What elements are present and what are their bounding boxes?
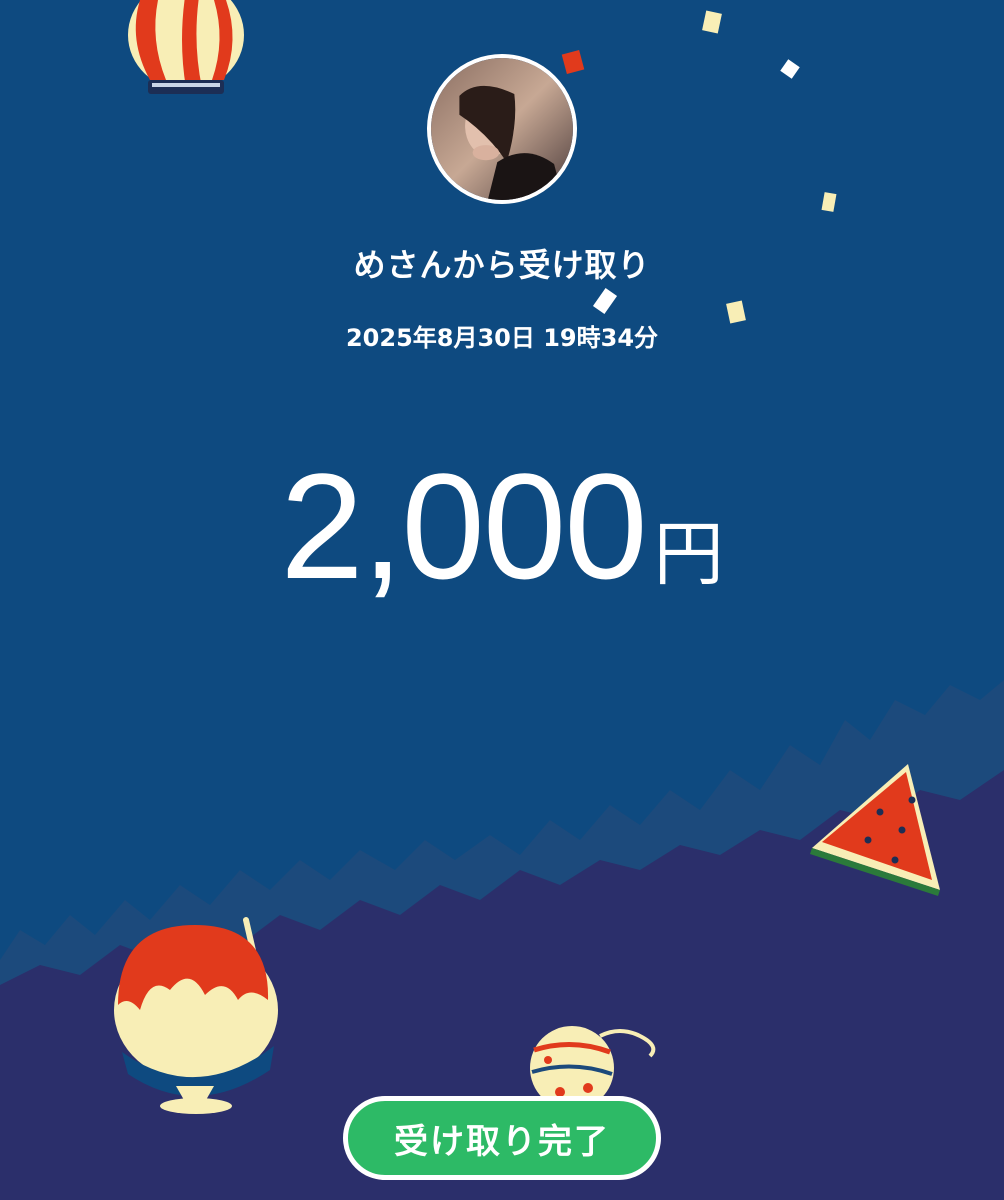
avatar-photo xyxy=(431,58,573,200)
amount-unit: 円 xyxy=(653,513,724,595)
receive-complete-button[interactable]: 受け取り完了 xyxy=(343,1096,661,1180)
receipt-screen: めさんから受け取り 2025年8月30日 19時34分 2,000 円 受け取り完… xyxy=(0,0,1004,1200)
amount-display: 2,000 円 xyxy=(0,440,1004,613)
received-datetime: 2025年8月30日 19時34分 xyxy=(345,324,659,352)
paper-lantern-icon xyxy=(128,0,244,94)
amount-value: 2,000 xyxy=(280,442,647,610)
sender-line: めさんから受け取り xyxy=(353,246,651,284)
sender-avatar xyxy=(427,54,577,204)
